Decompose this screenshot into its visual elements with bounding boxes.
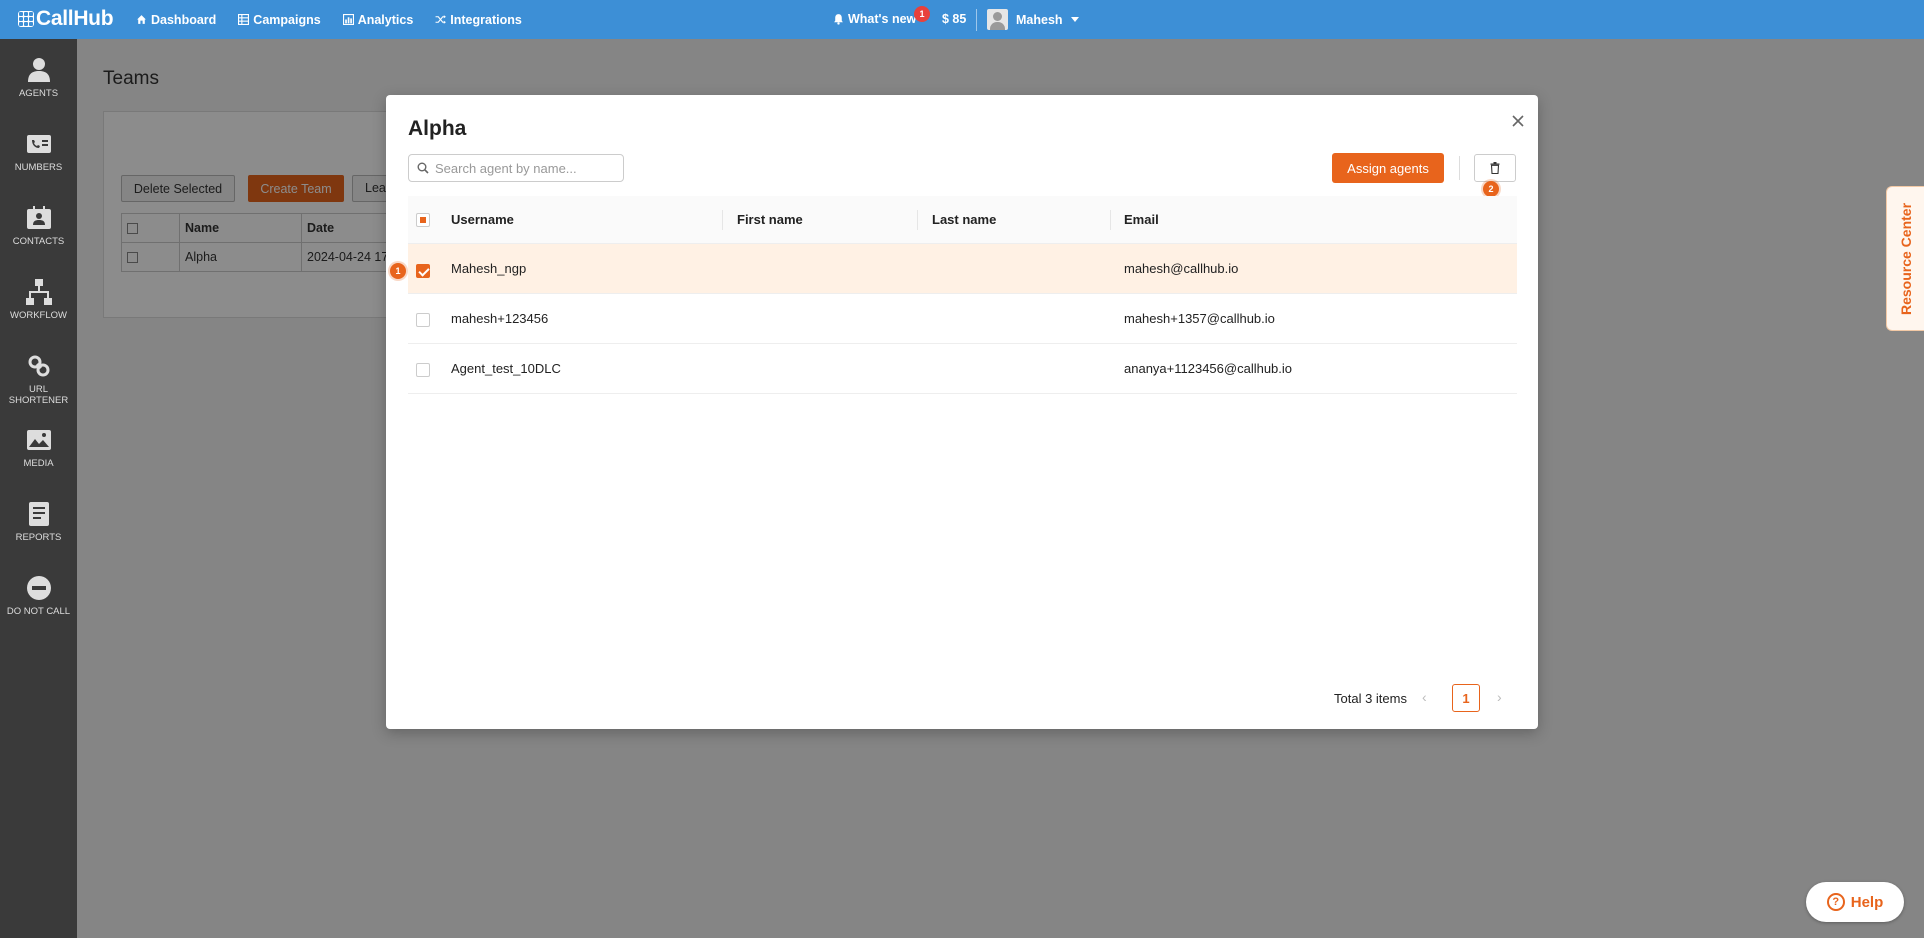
nav-analytics-label: Analytics [357, 12, 414, 27]
contact-card-icon [24, 203, 54, 233]
logo-grid-icon [18, 11, 34, 27]
page-number-current[interactable]: 1 [1452, 684, 1480, 712]
shuffle-icon [435, 15, 447, 24]
column-header-email[interactable]: Email [1124, 196, 1159, 243]
sidebar-item-contacts-label: CONTACTS [12, 236, 65, 247]
row-checkbox[interactable] [416, 264, 430, 278]
sidebar-item-media-label: MEDIA [23, 458, 54, 469]
home-icon [137, 15, 146, 24]
sidebar-item-workflow-label: WORKFLOW [10, 310, 67, 321]
whats-new-link[interactable]: What's new [833, 12, 916, 26]
nav-campaigns-label: Campaigns [253, 12, 321, 27]
table-header-row: Username First name Last name Email [408, 196, 1517, 244]
email-cell: ananya+1123456@callhub.io [1124, 361, 1293, 376]
sidebar-item-do-not-call[interactable]: DO NOT CALL [0, 567, 77, 627]
callhub-logo[interactable]: CallHub [18, 7, 114, 31]
search-icon [417, 162, 429, 174]
assign-agents-button[interactable]: Assign agents [1332, 153, 1444, 183]
caret-down-icon [1070, 17, 1079, 22]
trash-icon [1490, 162, 1500, 174]
topbar-divider [976, 9, 977, 31]
chevron-right-icon[interactable]: › [1497, 689, 1502, 705]
username-cell: mahesh+123456 [451, 311, 549, 326]
team-agents-modal: Alpha Assign agents 2 Username First nam… [386, 95, 1538, 729]
modal-title: Alpha [408, 117, 467, 140]
delete-agents-button[interactable] [1474, 154, 1516, 182]
pagination: Total 3 items ‹ 1 › [386, 684, 1538, 712]
step-badge-2: 2 [1483, 181, 1499, 197]
column-divider [722, 210, 723, 230]
link-icon [24, 351, 54, 381]
image-icon [24, 425, 54, 455]
sidebar-item-url-shortener-label: URL SHORTENER [8, 384, 69, 406]
sidebar-item-numbers[interactable]: NUMBERS [0, 123, 77, 183]
email-cell: mahesh+1357@callhub.io [1124, 311, 1275, 326]
avatar [987, 9, 1008, 30]
column-header-username[interactable]: Username [451, 196, 514, 243]
sidebar-item-media[interactable]: MEDIA [0, 419, 77, 479]
column-header-last-name[interactable]: Last name [932, 196, 996, 243]
column-divider [1110, 210, 1111, 230]
sidebar-item-agents-label: AGENTS [18, 88, 59, 99]
sidebar-item-do-not-call-label: DO NOT CALL [6, 606, 71, 617]
account-balance[interactable]: $ 85 [942, 12, 966, 26]
agents-table: Username First name Last name Email Mahe… [408, 196, 1517, 394]
sidebar-item-numbers-label: NUMBERS [14, 162, 63, 173]
step-badge-1: 1 [390, 263, 406, 279]
person-icon [24, 55, 54, 85]
whats-new-label: What's new [848, 12, 917, 26]
agent-search [408, 154, 624, 182]
brand-name: CallHub [36, 7, 114, 30]
grid-icon [238, 14, 250, 25]
total-items-text: Total 3 items [1334, 691, 1407, 706]
resource-center-tab[interactable]: Resource Center [1886, 186, 1924, 331]
sidebar-item-workflow[interactable]: WORKFLOW [0, 271, 77, 331]
sidebar-item-contacts[interactable]: CONTACTS [0, 197, 77, 257]
phone-card-icon [24, 129, 54, 159]
top-navbar: CallHub Dashboard Campaigns Analytics In… [0, 0, 1924, 39]
resource-center-label: Resource Center [1897, 202, 1914, 315]
report-icon [24, 499, 54, 529]
help-label: Help [1850, 893, 1884, 911]
close-icon[interactable] [1508, 111, 1528, 131]
help-button[interactable]: ? Help [1806, 882, 1904, 922]
select-all-checkbox[interactable] [416, 213, 430, 227]
user-name: Mahesh [1016, 12, 1063, 27]
nav-integrations[interactable]: Integrations [435, 13, 522, 27]
nav-dashboard-label: Dashboard [151, 12, 217, 27]
table-row[interactable]: Mahesh_ngp mahesh@callhub.io [408, 244, 1517, 294]
bell-icon [834, 14, 843, 25]
nav-analytics[interactable]: Analytics [342, 12, 414, 27]
left-sidebar: AGENTS NUMBERS CONTACTS WORKFLOW URL SHO… [0, 39, 77, 938]
email-cell: mahesh@callhub.io [1124, 261, 1239, 276]
question-icon: ? [1826, 893, 1845, 911]
user-menu[interactable]: Mahesh [987, 9, 1079, 30]
row-checkbox[interactable] [416, 313, 430, 327]
notification-count-badge: 1 [914, 6, 930, 22]
table-row[interactable]: mahesh+123456 mahesh+1357@callhub.io [408, 294, 1517, 344]
table-row[interactable]: Agent_test_10DLC ananya+1123456@callhub.… [408, 344, 1517, 394]
toolbar-divider [1459, 156, 1460, 180]
sidebar-item-reports[interactable]: REPORTS [0, 493, 77, 553]
column-divider [917, 210, 918, 230]
username-cell: Mahesh_ngp [451, 261, 527, 276]
chevron-left-icon[interactable]: ‹ [1422, 689, 1427, 705]
no-entry-icon [24, 573, 54, 603]
nav-dashboard[interactable]: Dashboard [136, 13, 216, 27]
bar-chart-icon [342, 14, 354, 25]
main-nav: Dashboard Campaigns Analytics Integratio… [136, 0, 522, 39]
search-input[interactable] [435, 160, 615, 176]
column-header-first-name[interactable]: First name [737, 196, 803, 243]
workflow-icon [24, 277, 54, 307]
sidebar-item-reports-label: REPORTS [15, 532, 62, 543]
sidebar-item-url-shortener[interactable]: URL SHORTENER [0, 345, 77, 406]
username-cell: Agent_test_10DLC [451, 361, 561, 376]
sidebar-item-agents[interactable]: AGENTS [0, 49, 77, 109]
row-checkbox[interactable] [416, 363, 430, 377]
nav-integrations-label: Integrations [450, 12, 522, 27]
nav-campaigns[interactable]: Campaigns [238, 12, 321, 27]
